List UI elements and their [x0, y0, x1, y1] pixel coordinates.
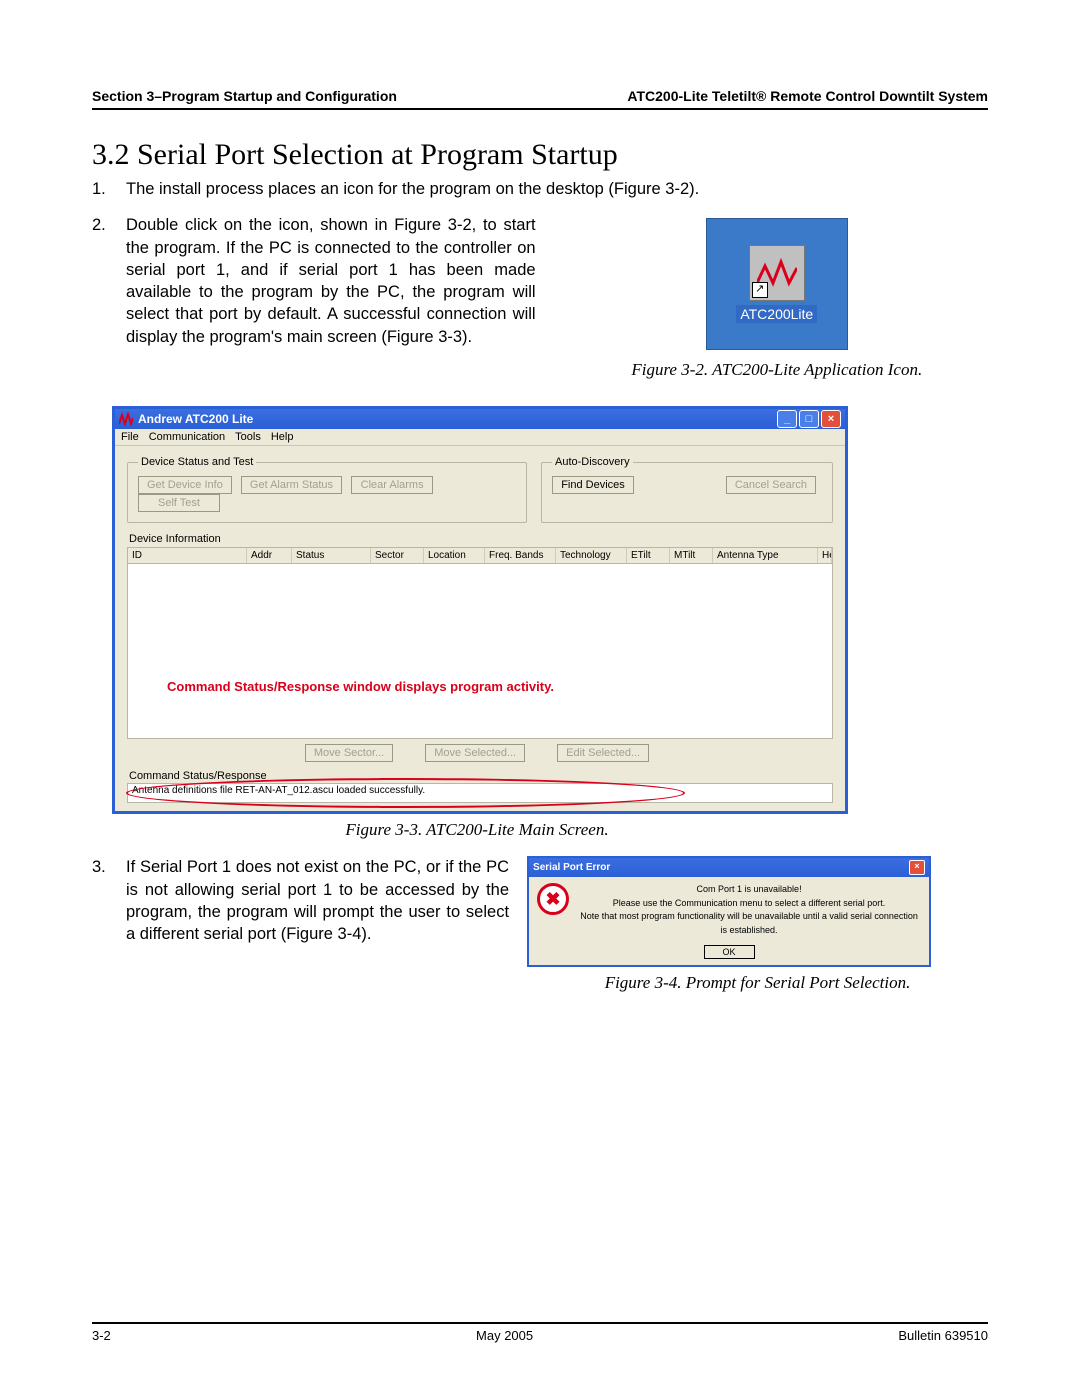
- error-line1: Com Port 1 is unavailable!: [577, 883, 921, 897]
- footer-page: 3-2: [92, 1328, 111, 1343]
- col-location[interactable]: Location: [424, 548, 485, 563]
- window-title: Andrew ATC200 Lite: [138, 412, 253, 426]
- command-status-box: Antenna definitions file RET-AN-AT_012.a…: [127, 783, 833, 803]
- col-mtilt[interactable]: MTilt: [670, 548, 713, 563]
- list-item: 1. The install process places an icon fo…: [92, 178, 988, 200]
- list-item: 2. Double click on the icon, shown in Fi…: [92, 214, 536, 348]
- status-label: Command Status/Response: [129, 770, 833, 782]
- col-addr[interactable]: Addr: [247, 548, 292, 563]
- error-icon: ✖: [537, 883, 569, 915]
- col-sector[interactable]: Sector: [371, 548, 424, 563]
- move-sector-button[interactable]: Move Sector...: [305, 744, 393, 762]
- error-message: Com Port 1 is unavailable! Please use th…: [577, 883, 921, 937]
- col-freq[interactable]: Freq. Bands: [485, 548, 556, 563]
- app-main-window: Andrew ATC200 Lite _ □ × File Communicat…: [112, 406, 848, 814]
- error-titlebar[interactable]: Serial Port Error ×: [529, 858, 929, 877]
- annotation-text: Command Status/Response window displays …: [127, 679, 833, 694]
- action-button-row: Move Sector... Move Selected... Edit Sel…: [127, 744, 833, 762]
- app-icon: ↗: [749, 245, 805, 301]
- annotation-callout: Command Status/Response window displays …: [127, 679, 833, 694]
- figure-caption: Figure 3-2. ATC200-Lite Application Icon…: [566, 360, 988, 380]
- footer-rule: [92, 1322, 988, 1324]
- page-footer: 3-2 May 2005 Bulletin 639510: [92, 1322, 988, 1343]
- clear-alarms-button[interactable]: Clear Alarms: [351, 476, 433, 494]
- row-item2: 2. Double click on the icon, shown in Fi…: [92, 214, 988, 396]
- move-selected-button[interactable]: Move Selected...: [425, 744, 525, 762]
- footer-bulletin: Bulletin 639510: [898, 1328, 988, 1343]
- list-text: The install process places an icon for t…: [126, 178, 988, 200]
- list-item: 3. If Serial Port 1 does not exist on th…: [92, 856, 509, 945]
- header-rule: [92, 108, 988, 110]
- get-alarm-status-button[interactable]: Get Alarm Status: [241, 476, 342, 494]
- get-device-info-button[interactable]: Get Device Info: [138, 476, 232, 494]
- col-antenna-type[interactable]: Antenna Type: [713, 548, 818, 563]
- maximize-button[interactable]: □: [799, 410, 819, 428]
- list-number: 1.: [92, 178, 126, 200]
- desktop-shortcut-icon[interactable]: ↗ ATC200Lite: [706, 218, 848, 350]
- ok-button[interactable]: OK: [704, 945, 755, 959]
- close-button[interactable]: ×: [821, 410, 841, 428]
- error-title: Serial Port Error: [533, 862, 610, 873]
- figure-caption: Figure 3-4. Prompt for Serial Port Selec…: [527, 973, 988, 993]
- col-etilt[interactable]: ETilt: [627, 548, 670, 563]
- close-button[interactable]: ×: [909, 860, 925, 875]
- section-heading: 3.2 Serial Port Selection at Program Sta…: [92, 138, 988, 172]
- device-grid[interactable]: ID Addr Status Sector Location Freq. Ban…: [127, 547, 833, 739]
- col-height[interactable]: Height: [818, 548, 832, 563]
- header-right: ATC200-Lite Teletilt® Remote Control Dow…: [627, 88, 988, 104]
- error-dialog: Serial Port Error × ✖ Com Port 1 is unav…: [527, 856, 931, 967]
- group-legend: Device Status and Test: [138, 456, 256, 468]
- document-page: Section 3–Program Startup and Configurat…: [0, 0, 1080, 1397]
- col-status[interactable]: Status: [292, 548, 371, 563]
- group-legend: Auto-Discovery: [552, 456, 633, 468]
- app-title-icon: [119, 412, 133, 426]
- list-number: 3.: [92, 856, 126, 945]
- page-header: Section 3–Program Startup and Configurat…: [92, 88, 988, 104]
- edit-selected-button[interactable]: Edit Selected...: [557, 744, 649, 762]
- menu-communication[interactable]: Communication: [149, 431, 225, 443]
- minimize-button[interactable]: _: [777, 410, 797, 428]
- list-number: 2.: [92, 214, 126, 348]
- header-left: Section 3–Program Startup and Configurat…: [92, 88, 397, 104]
- window-titlebar[interactable]: Andrew ATC200 Lite _ □ ×: [115, 409, 845, 429]
- menu-help[interactable]: Help: [271, 431, 294, 443]
- menu-tools[interactable]: Tools: [235, 431, 261, 443]
- menu-file[interactable]: File: [121, 431, 139, 443]
- list-text: Double click on the icon, shown in Figur…: [126, 214, 536, 348]
- self-test-button[interactable]: Self Test: [138, 494, 220, 512]
- cancel-search-button[interactable]: Cancel Search: [726, 476, 816, 494]
- group-device-status: Device Status and Test Get Device Info G…: [127, 456, 527, 523]
- desktop-icon-label: ATC200Lite: [736, 305, 817, 323]
- app-body: Device Status and Test Get Device Info G…: [115, 446, 845, 811]
- device-info-label: Device Information: [129, 533, 833, 545]
- row-item3: 3. If Serial Port 1 does not exist on th…: [92, 856, 988, 1009]
- grid-header-row: ID Addr Status Sector Location Freq. Ban…: [128, 548, 832, 564]
- col-tech[interactable]: Technology: [556, 548, 627, 563]
- list-text: If Serial Port 1 does not exist on the P…: [126, 856, 509, 945]
- group-auto-discovery: Auto-Discovery Find Devices Cancel Searc…: [541, 456, 833, 523]
- error-line2: Please use the Communication menu to sel…: [577, 897, 921, 911]
- find-devices-button[interactable]: Find Devices: [552, 476, 634, 494]
- col-id[interactable]: ID: [128, 548, 247, 563]
- status-text: Antenna definitions file RET-AN-AT_012.a…: [132, 785, 425, 796]
- figure-caption: Figure 3-3. ATC200-Lite Main Screen.: [112, 820, 842, 840]
- shortcut-arrow-icon: ↗: [752, 282, 768, 298]
- error-line3: Note that most program functionality wil…: [577, 910, 921, 937]
- footer-date: May 2005: [476, 1328, 533, 1343]
- menu-bar: File Communication Tools Help: [115, 429, 845, 446]
